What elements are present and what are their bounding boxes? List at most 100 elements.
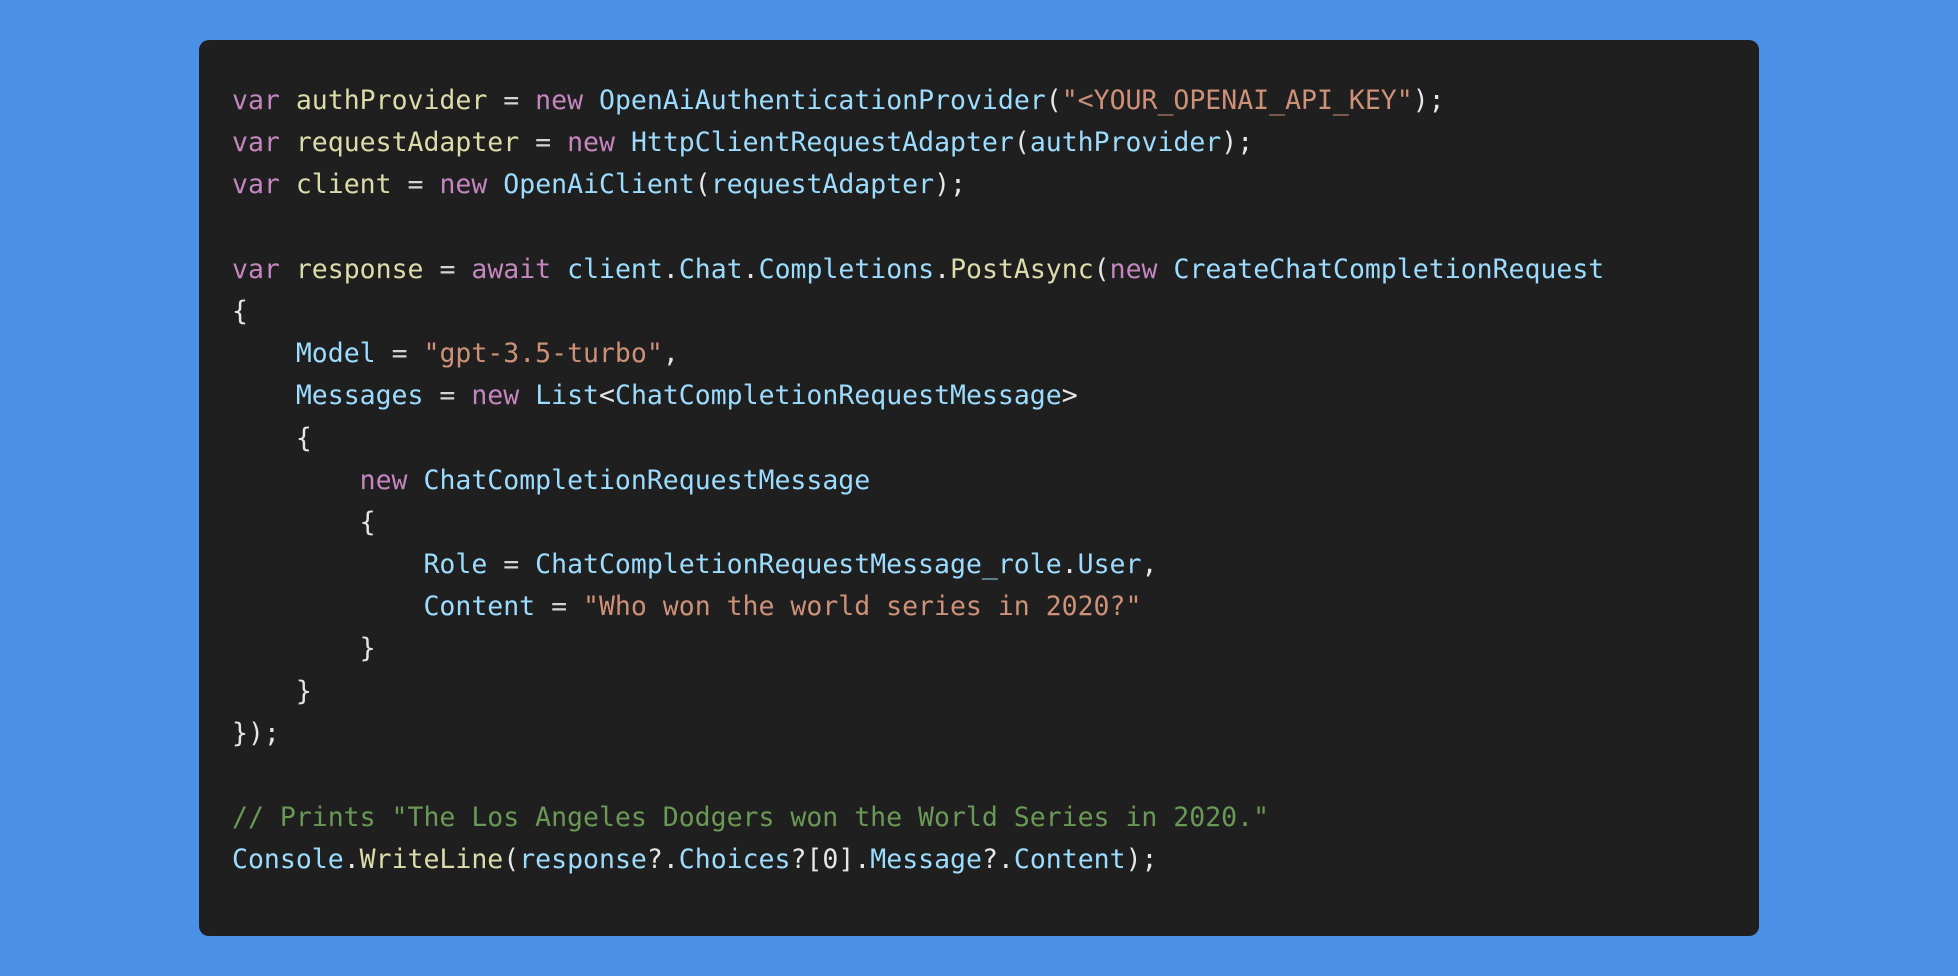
code-token: ChatCompletionRequestMessage [423,464,871,496]
code-line: { [232,291,1759,333]
code-token: "Who won the world series in 2020?" [583,591,1142,623]
code-token: User [1077,549,1142,581]
code-token: // Prints "The Los Angeles Dodgers won t… [232,802,1270,834]
code-token: Console [232,844,344,876]
code-token: Chat [678,253,743,285]
code-line: Messages = new List<ChatCompletionReques… [232,375,1759,417]
code-line: } [232,671,1759,713]
code-token: 0 [822,844,839,876]
code-token: ChatCompletionRequestMessage [614,380,1062,412]
code-line: new ChatCompletionRequestMessage [232,460,1759,502]
code-token: } [232,633,376,665]
code-line: Model = "gpt-3.5-turbo", [232,333,1759,375]
code-token: ( [1093,253,1110,285]
code-token: , [1141,549,1158,581]
code-token: ChatCompletionRequestMessage_role [535,549,1062,581]
code-token: var [232,169,280,201]
code-token: = [535,591,584,623]
code-token: Model [295,338,376,370]
code-snippet-window: var authProvider = new OpenAiAuthenticat… [199,40,1759,936]
code-line: }); [232,713,1759,755]
code-token: . [343,844,360,876]
code-token: , [662,338,679,370]
code-token: await [471,253,552,285]
code-token: ( [503,844,520,876]
code-token: Content [423,591,536,623]
code-token: OpenAiAuthenticationProvider [599,85,1046,116]
code-line: // Prints "The Los Angeles Dodgers won t… [232,797,1759,839]
code-token: ]. [838,844,871,876]
code-token: { [232,506,376,538]
code-token: var [232,85,280,116]
code-token: = [519,127,568,159]
code-token: > [1061,380,1078,412]
code-token: Completions [758,253,935,285]
code-token: ?[ [790,844,823,876]
code-token: client [567,253,663,285]
code-token: var [232,253,280,285]
code-token: OpenAiClient [503,169,695,201]
code-token: List [535,380,600,412]
code-token: ); [1125,844,1158,876]
code-line: var response = await client.Chat.Complet… [232,249,1759,291]
code-token: new [567,127,615,159]
code-token: = [487,85,536,116]
code-token: authProvider [1029,127,1222,159]
code-token: ( [694,169,711,201]
code-token: var [232,127,280,159]
code-token: { [232,295,248,327]
code-line: Content = "Who won the world series in 2… [232,586,1759,628]
code-token: authProvider [295,85,488,116]
code-token: = [391,169,440,201]
code-line: Console.WriteLine(response?.Choices?[0].… [232,839,1759,881]
code-token: Role [423,549,488,581]
code-line: var authProvider = new OpenAiAuthenticat… [232,80,1759,122]
code-token: Messages [295,380,424,412]
code-token: Choices [678,844,791,876]
code-token: . [742,253,759,285]
code-token: ); [934,169,967,201]
code-token: Message [870,844,982,876]
code-token: response [295,253,424,285]
code-token: = [423,380,472,412]
code-line: var requestAdapter = new HttpClientReque… [232,122,1759,164]
code-token: ?. [981,844,1014,876]
code-token: PostAsync [950,253,1094,285]
code-token: ); [1221,127,1254,159]
code-token: requestAdapter [710,169,935,201]
code-token: new [471,380,520,412]
code-token: client [295,169,392,201]
code-token: } [232,675,312,707]
code-token: ?. [646,844,679,876]
code-token: . [1061,549,1078,581]
code-token: response [519,844,647,876]
code-token: requestAdapter [295,127,520,159]
code-token: . [934,253,951,285]
code-token: = [375,338,424,370]
code-token: ); [1412,85,1445,116]
code-token: < [599,380,615,412]
code-token: "<YOUR_OPENAI_API_KEY" [1061,85,1413,116]
code-line: } [232,628,1759,670]
code-token: new [439,169,488,201]
code-token: = [423,253,472,285]
code-token: ( [1013,127,1030,159]
code-line: var client = new OpenAiClient(requestAda… [232,164,1759,206]
code-token: . [662,253,679,285]
